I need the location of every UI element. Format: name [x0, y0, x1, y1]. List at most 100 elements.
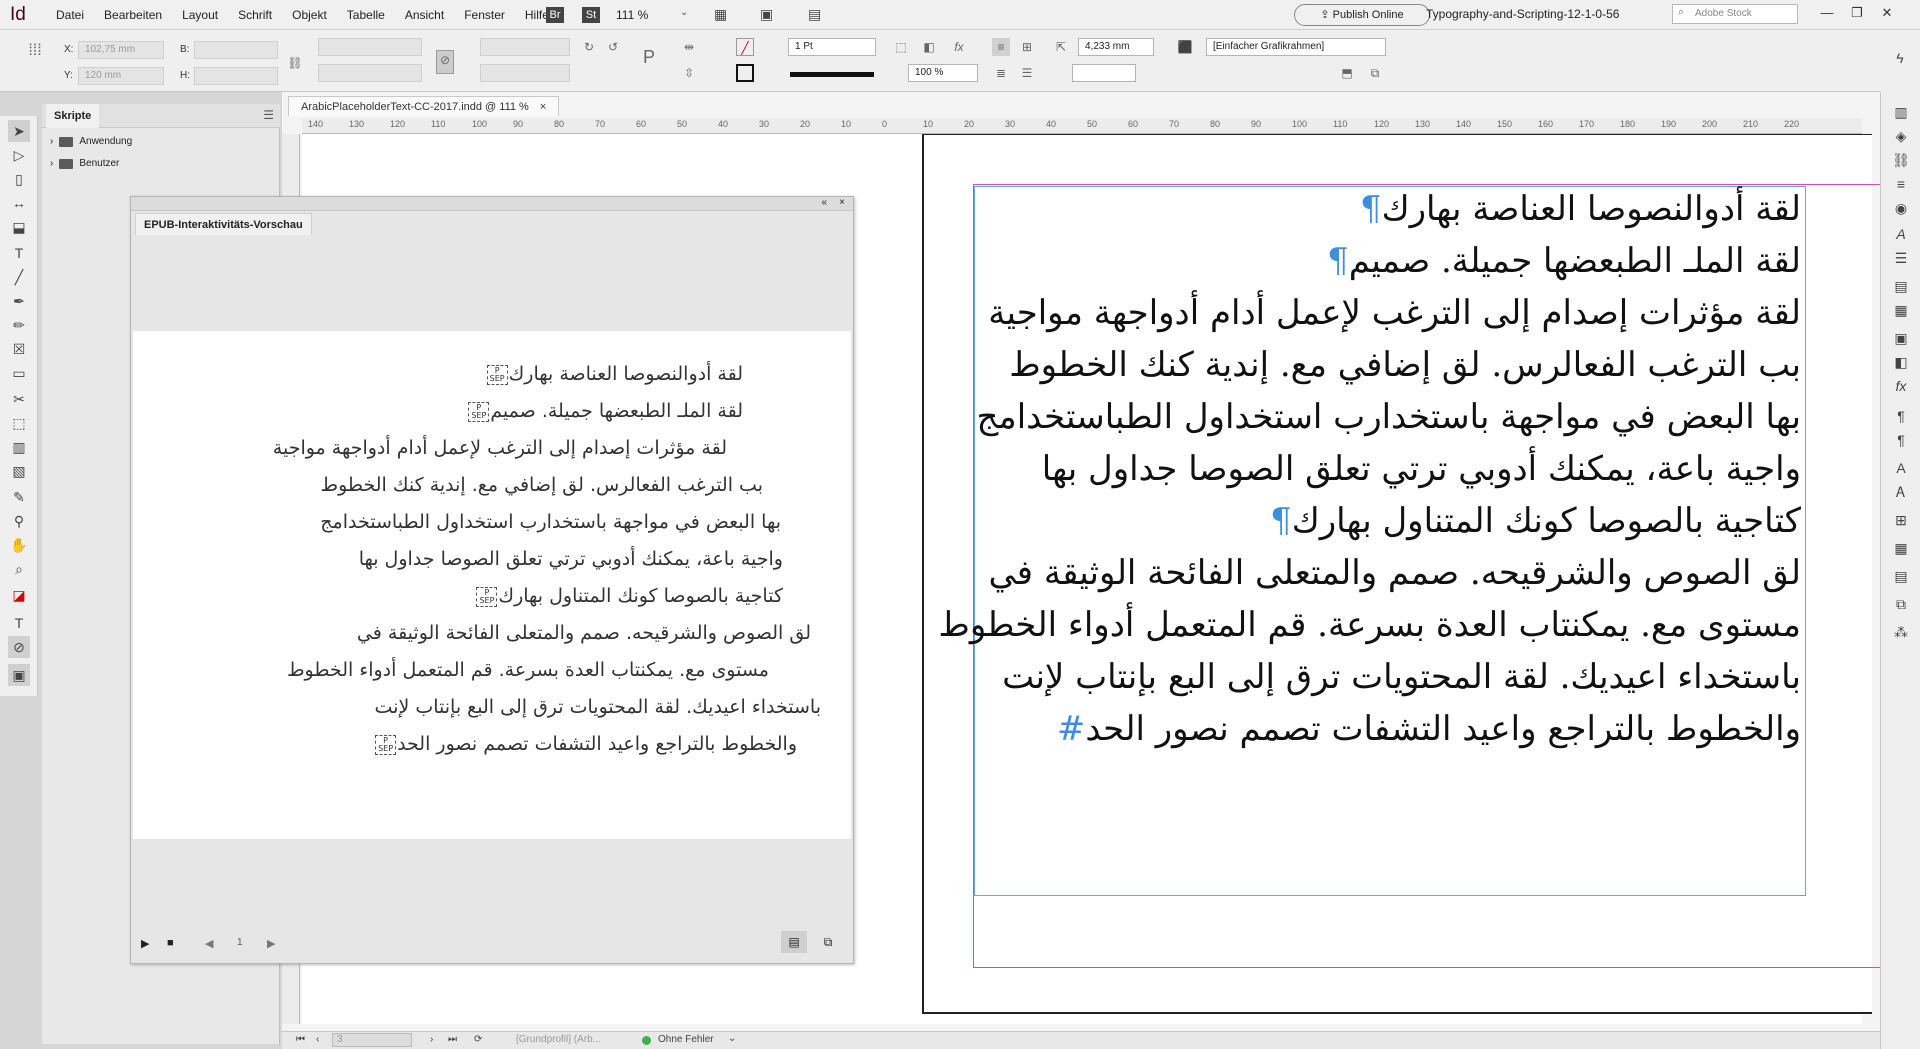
gradient-swatch-tool-icon[interactable]: ▥	[8, 436, 30, 458]
close-icon[interactable]: ×	[839, 197, 845, 208]
zoom-level[interactable]: 111 %	[616, 8, 648, 22]
glyphs-icon[interactable]: Ꭺ	[1891, 482, 1911, 502]
constrain-proportions-icon[interactable]: ⛓	[286, 54, 304, 72]
script-folder-anwendung[interactable]: › Anwendung	[50, 136, 132, 147]
character-styles-icon[interactable]: A	[1891, 224, 1911, 244]
pencil-tool-icon[interactable]: ✏	[8, 314, 30, 336]
quick-apply-icon[interactable]: ⬒	[1338, 64, 1356, 82]
menu-fenster[interactable]: Fenster	[454, 8, 515, 22]
lightning-icon[interactable]: ϟ	[1890, 48, 1910, 68]
effects-icon[interactable]: fx	[1891, 376, 1911, 396]
rectangle-frame-tool-icon[interactable]: ☒	[8, 338, 30, 360]
rotate-cw-icon[interactable]: ↻	[580, 38, 598, 56]
text-wrap-bbox-icon[interactable]: ⊞	[1018, 38, 1036, 56]
note-tool-icon[interactable]: ✎	[8, 486, 30, 508]
swatches-icon[interactable]: ▦	[1891, 300, 1911, 320]
scale-y-field[interactable]	[318, 64, 422, 82]
prev-icon[interactable]: ◀	[205, 937, 213, 950]
stock-button[interactable]: St	[582, 7, 600, 23]
links-icon[interactable]: ⛓	[1891, 150, 1911, 170]
restore-icon[interactable]: ❐	[1846, 3, 1868, 23]
object-styles-icon[interactable]: ▣	[1891, 328, 1911, 348]
height-field[interactable]	[194, 67, 278, 85]
script-folder-benutzer[interactable]: › Benutzer	[50, 158, 119, 169]
frame-fitting-icon[interactable]: ⬚	[892, 38, 910, 56]
reference-point-icon[interactable]: ⁞⁞⁞	[26, 42, 44, 60]
articles-icon[interactable]: ⧉	[1891, 594, 1911, 614]
scripts-panel-title[interactable]: Skripte	[46, 104, 100, 128]
gradient-icon[interactable]: ◧	[1891, 352, 1911, 372]
zoom-tool-icon[interactable]: ⌕	[8, 558, 30, 580]
view-options-icon[interactable]: ▦	[714, 6, 727, 23]
selection-tool-icon[interactable]: ➤	[8, 120, 30, 142]
stroke-weight-field[interactable]: 1 Pt	[788, 38, 876, 56]
content-collector-icon[interactable]: ⬓	[8, 216, 30, 238]
screen-mode-tool-icon[interactable]: ▣	[8, 664, 30, 686]
page-number-field[interactable]: 3	[332, 1033, 412, 1047]
gap-tool-icon[interactable]: ↔	[8, 192, 30, 214]
rectangle-tool-icon[interactable]: ▭	[8, 362, 30, 384]
formatting-affects-icon[interactable]: T	[8, 612, 30, 634]
preview-selection-icon[interactable]: ▤	[781, 931, 807, 953]
gradient-feather-tool-icon[interactable]: ▧	[8, 460, 30, 482]
y-field[interactable]: 120 mm	[78, 67, 164, 85]
clear-overrides-icon[interactable]: ⧉	[1366, 64, 1384, 82]
page-tool-icon[interactable]: ▯	[8, 168, 30, 190]
object-style-icon[interactable]: ⬛	[1176, 38, 1194, 56]
pages-icon[interactable]: ▥	[1891, 102, 1911, 122]
paragraph-styles-icon[interactable]: ☰	[1891, 248, 1911, 268]
stroke-swatch-icon[interactable]	[736, 64, 754, 82]
layers-icon[interactable]: ◈	[1891, 126, 1911, 146]
document-tab[interactable]: ArabicPlaceholderText-CC-2017.indd @ 111…	[288, 96, 560, 116]
menu-objekt[interactable]: Objekt	[282, 8, 337, 22]
menu-bearbeiten[interactable]: Bearbeiten	[94, 8, 172, 22]
selection-container-icon[interactable]: P	[640, 48, 658, 66]
next-page-icon[interactable]: ›	[430, 1034, 433, 1045]
rotation-field[interactable]	[480, 38, 570, 56]
collapse-icon[interactable]: «	[821, 197, 827, 208]
search-input[interactable]: Adobe Stock	[1672, 4, 1798, 24]
flip-vertical-icon[interactable]: ⇳	[680, 64, 698, 82]
fill-stroke-icon[interactable]: ◪	[8, 584, 30, 606]
align-icon[interactable]: ▤	[1891, 276, 1911, 296]
type-tool-icon[interactable]: T	[8, 242, 30, 264]
panel-drag-bar[interactable]: « ×	[131, 197, 853, 211]
paragraph-styles-panel-icon[interactable]: ¶	[1891, 430, 1911, 450]
color-icon[interactable]: ◉	[1891, 198, 1911, 218]
rotate-ccw-icon[interactable]: ↺	[604, 38, 622, 56]
prev-page-icon[interactable]: ‹	[316, 1034, 319, 1045]
character-icon[interactable]: A	[1891, 458, 1911, 478]
opacity-field[interactable]: 100 %	[908, 64, 978, 82]
scale-x-field[interactable]	[318, 38, 422, 56]
bridge-button[interactable]: Br	[546, 7, 564, 23]
open-document-page-icon[interactable]: ⟳	[474, 1034, 482, 1045]
arabic-text-frame[interactable]: لقة أدوالنصوصا العناصة بهارك¶ لقة الملـ …	[938, 186, 1806, 896]
fill-opacity-field[interactable]	[1072, 64, 1136, 82]
menu-ansicht[interactable]: Ansicht	[395, 8, 454, 22]
x-field[interactable]: 102,75 mm	[78, 41, 164, 59]
last-page-icon[interactable]: ⏭	[448, 1034, 457, 1045]
chevron-down-icon[interactable]: ⌄	[680, 7, 688, 18]
eyedropper-tool-icon[interactable]: ⚲	[8, 510, 30, 532]
effects-icon[interactable]: fx	[950, 38, 968, 56]
chevron-down-icon[interactable]: ⌄	[728, 1033, 736, 1044]
text-wrap-shape-icon[interactable]: ≣	[992, 64, 1010, 82]
object-style-select[interactable]: [Einfacher Grafikrahmen]	[1206, 38, 1386, 56]
screen-mode-icon[interactable]: ▣	[760, 6, 773, 23]
panel-menu-icon[interactable]: ☰	[263, 108, 274, 122]
stroke-icon[interactable]: ≡	[1891, 174, 1911, 194]
free-transform-tool-icon[interactable]: ⬚	[8, 412, 30, 434]
preflight-profile[interactable]: [Grundprofil] (Arb...	[516, 1034, 601, 1045]
text-wrap-icon[interactable]: ⊞	[1891, 510, 1911, 530]
next-icon[interactable]: ▶	[267, 937, 275, 950]
preview-spread-icon[interactable]: ⧉	[815, 931, 841, 953]
close-icon[interactable]: ×	[540, 101, 546, 113]
line-tool-icon[interactable]: ╱	[8, 266, 30, 288]
fill-swatch-icon[interactable]: ╱	[736, 38, 754, 56]
epub-preview-tab[interactable]: EPUB-Interaktivitäts-Vorschau	[135, 213, 312, 235]
table-styles-icon[interactable]: ▤	[1891, 566, 1911, 586]
apply-none-icon[interactable]: ⊘	[8, 636, 30, 658]
preflight-status[interactable]: Ohne Fehler	[658, 1034, 714, 1045]
menu-schrift[interactable]: Schrift	[228, 8, 282, 22]
shear-field[interactable]	[480, 64, 570, 82]
